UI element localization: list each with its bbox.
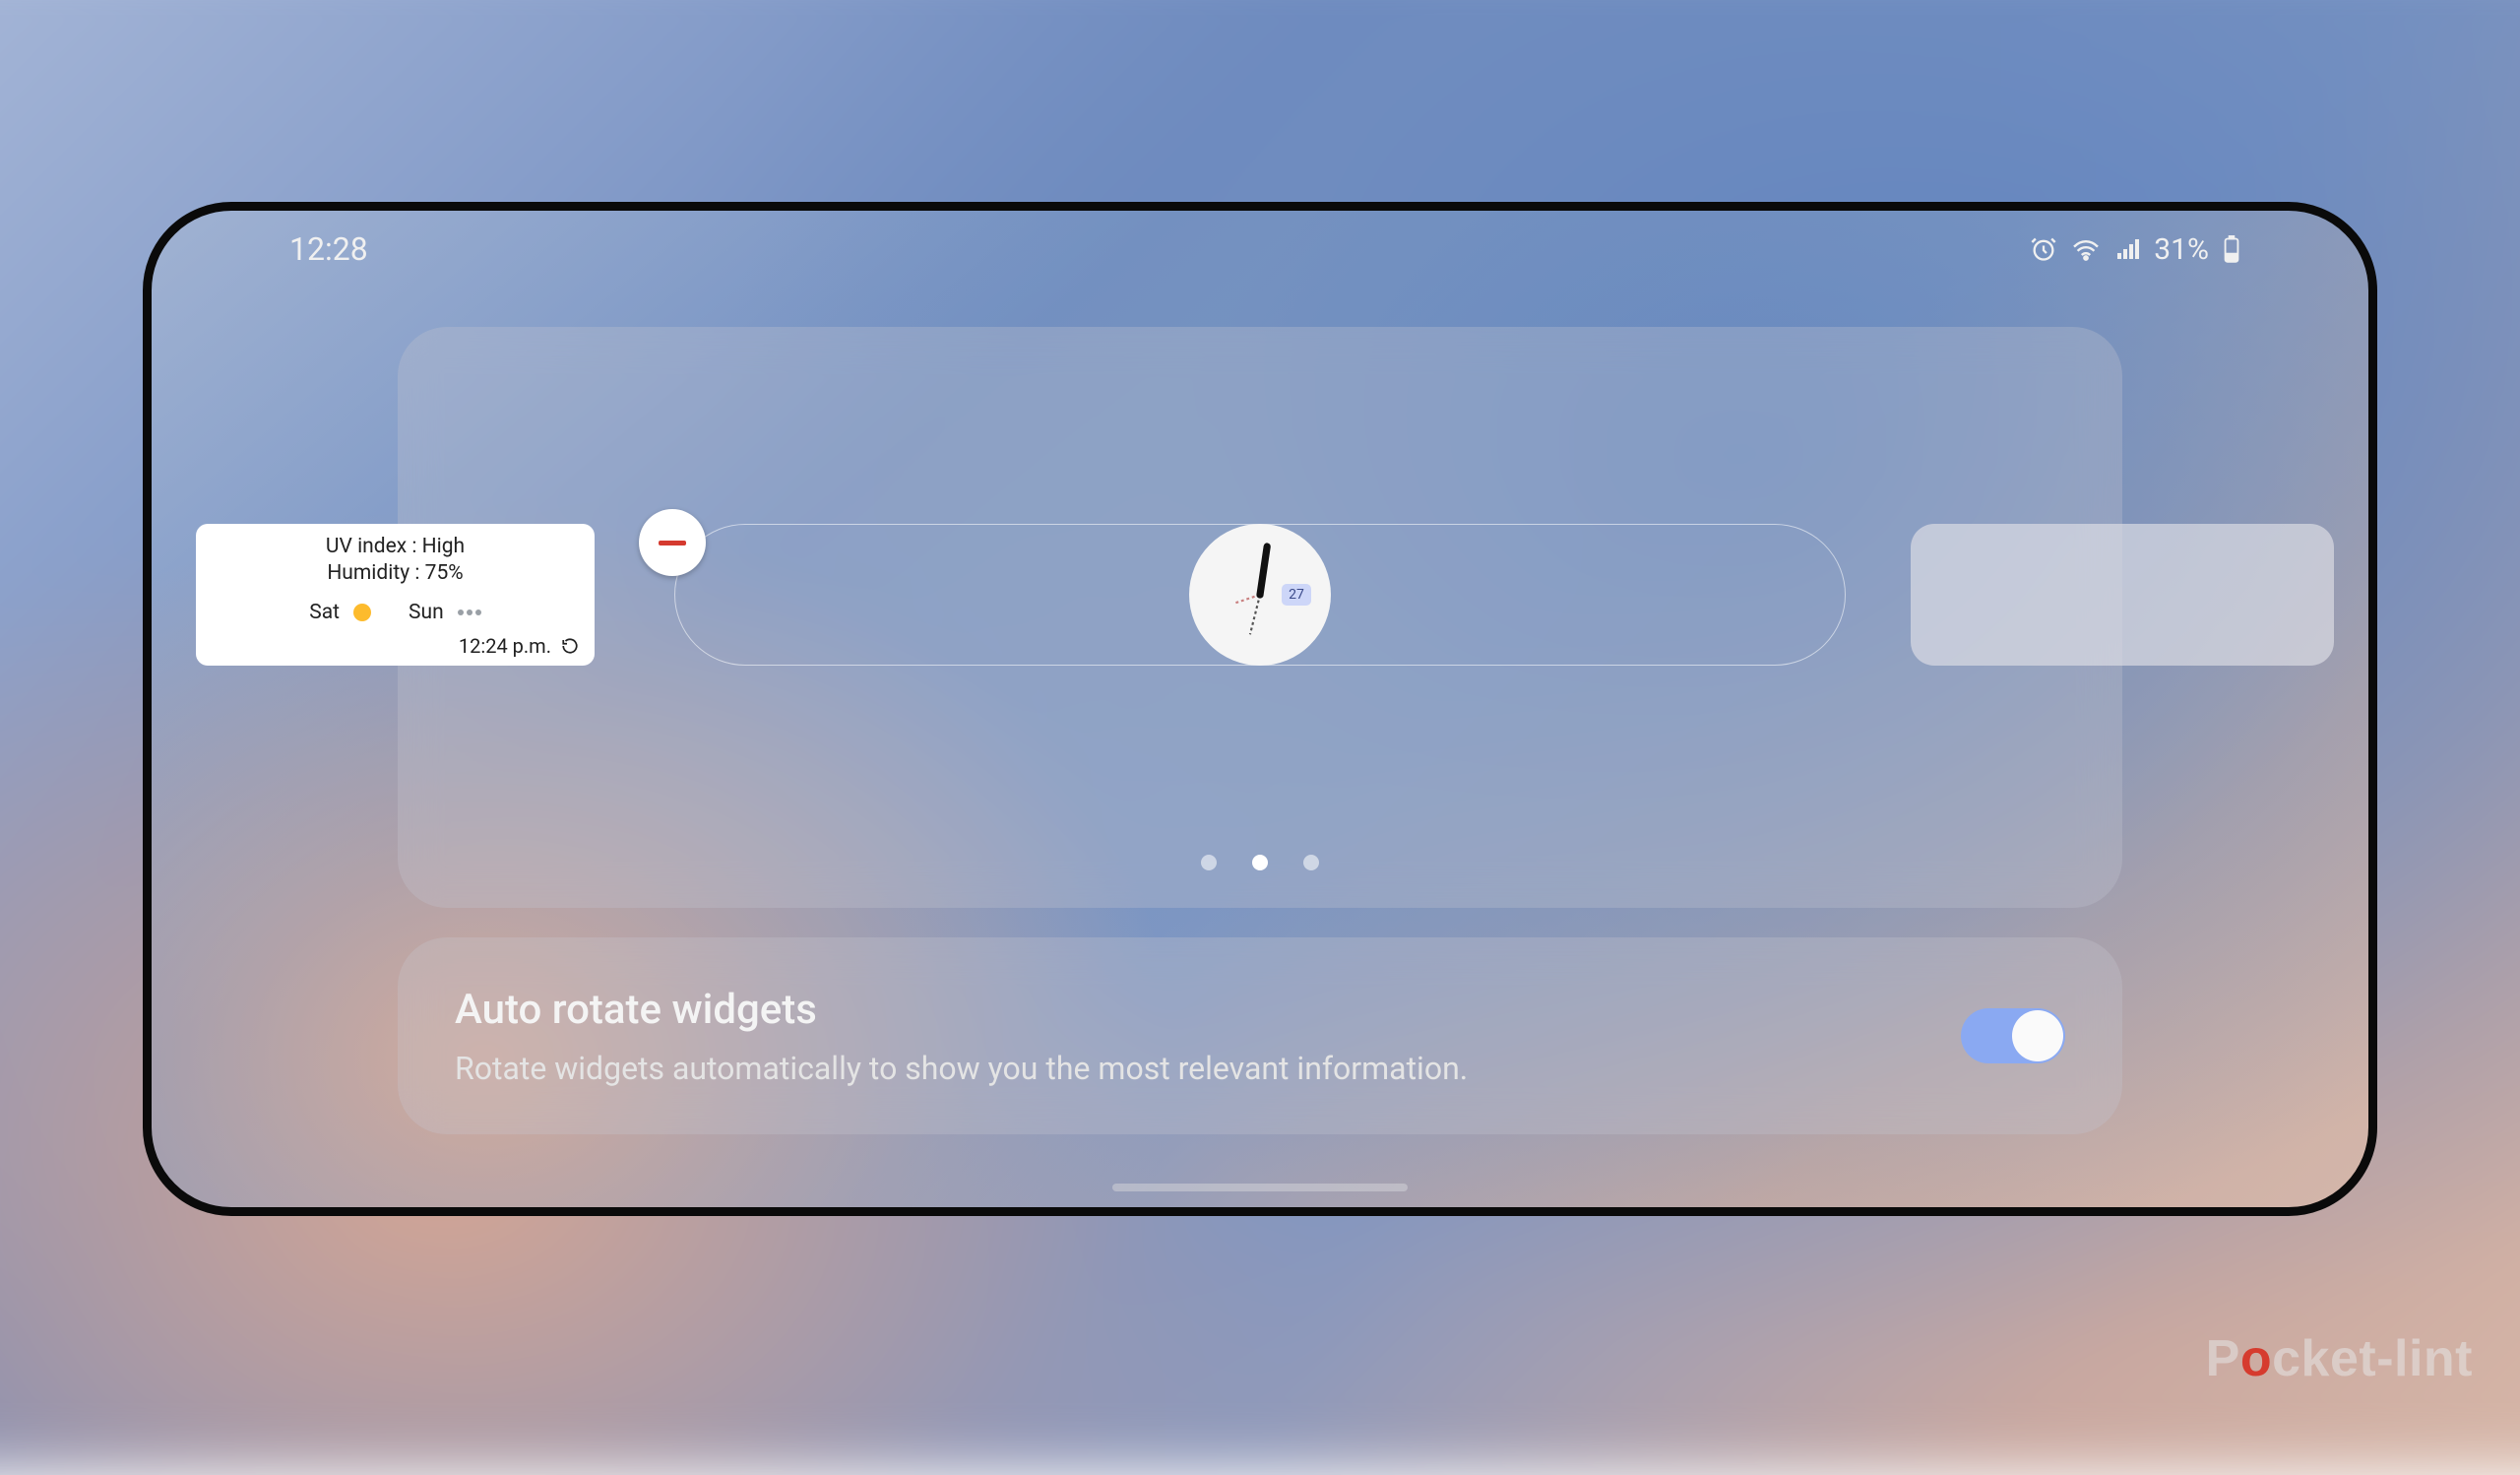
- weather-widget-preview[interactable]: UV index : High Humidity : 75% Sat Sun 1…: [196, 524, 595, 666]
- status-bar: 12:28 31%: [152, 230, 2368, 268]
- auto-rotate-panel: Auto rotate widgets Rotate widgets autom…: [398, 937, 2122, 1134]
- auto-rotate-title: Auto rotate widgets: [455, 986, 1468, 1034]
- next-widget-preview[interactable]: [1911, 524, 2334, 666]
- weather-day-0: Sat: [309, 601, 340, 624]
- clock-widget-preview[interactable]: 27: [1189, 524, 1331, 666]
- battery-icon: [2223, 235, 2240, 263]
- cloudy-icon: [458, 609, 481, 615]
- status-icons-right: 31%: [2030, 232, 2240, 267]
- widget-carousel-panel[interactable]: UV index : High Humidity : 75% Sat Sun 1…: [398, 327, 2122, 908]
- weather-humidity-line: Humidity : 75%: [212, 560, 579, 587]
- minus-icon: [659, 541, 686, 545]
- gesture-navigation-bar[interactable]: [1112, 1184, 1408, 1191]
- page-dot-2[interactable]: [1303, 855, 1319, 870]
- weather-forecast-row: Sat Sun: [212, 601, 579, 624]
- auto-rotate-description: Rotate widgets automatically to show you…: [455, 1050, 1468, 1087]
- active-widget-slot[interactable]: 27: [674, 524, 1846, 666]
- signal-icon: [2114, 237, 2140, 261]
- battery-percent: 31%: [2154, 232, 2209, 267]
- auto-rotate-toggle[interactable]: [1961, 1008, 2065, 1063]
- clock-date-badge: 27: [1282, 584, 1311, 606]
- device-frame: 12:28 31% UV index : High Humidity : 75%…: [143, 202, 2377, 1216]
- status-time: 12:28: [289, 230, 368, 268]
- toggle-knob: [2012, 1010, 2063, 1061]
- weather-uv-line: UV index : High: [212, 534, 579, 560]
- page-indicator[interactable]: [1201, 855, 1319, 870]
- alarm-icon: [2030, 235, 2057, 263]
- page-dot-1[interactable]: [1252, 855, 1268, 870]
- refresh-icon[interactable]: [561, 637, 579, 655]
- wifi-icon: [2071, 237, 2101, 261]
- weather-day-1: Sun: [409, 601, 444, 624]
- sun-icon: [353, 604, 371, 621]
- page-dot-0[interactable]: [1201, 855, 1217, 870]
- remove-widget-button[interactable]: [639, 509, 706, 576]
- weather-updated-time: 12:24 p.m.: [459, 634, 551, 658]
- watermark: Pocket-lint: [2206, 1329, 2473, 1388]
